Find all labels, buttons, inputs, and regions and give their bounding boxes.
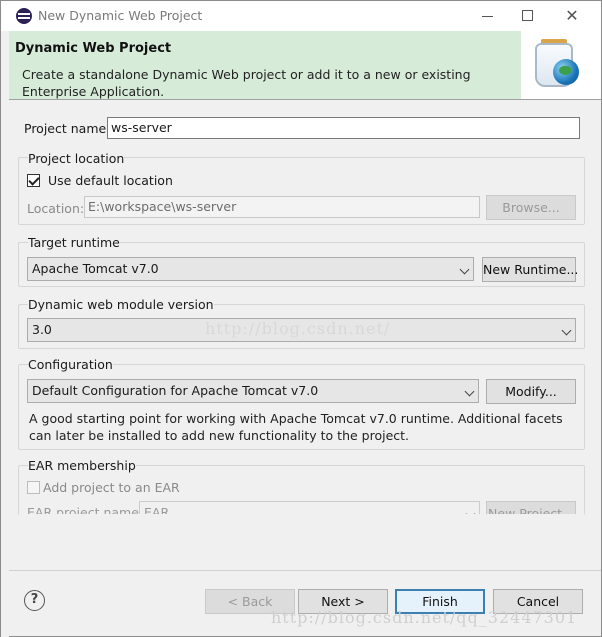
chevron-down-icon bbox=[465, 508, 476, 514]
globe-icon bbox=[553, 59, 579, 85]
use-default-location-label[interactable]: Use default location bbox=[48, 173, 173, 188]
browse-button: Browse... bbox=[486, 195, 576, 220]
add-to-ear-checkbox bbox=[27, 481, 40, 494]
location-label: Location: bbox=[27, 201, 85, 216]
close-icon: ✕ bbox=[565, 6, 579, 25]
chevron-down-icon bbox=[459, 264, 470, 275]
use-default-location-checkbox[interactable] bbox=[27, 174, 40, 187]
configuration-select[interactable]: Default Configuration for Apache Tomcat … bbox=[27, 379, 479, 403]
ear-membership-title: EAR membership bbox=[28, 458, 136, 473]
watermark-text: http://blog.csdn.net/qq_32447301 bbox=[271, 608, 578, 627]
watermark-text: http://blog.csdn.net/ bbox=[205, 319, 391, 338]
module-version-title: Dynamic web module version bbox=[28, 297, 214, 312]
module-version-value: 3.0 bbox=[32, 322, 52, 337]
minimize-icon bbox=[482, 16, 493, 17]
target-runtime-value: Apache Tomcat v7.0 bbox=[32, 261, 159, 276]
banner-description: Create a standalone Dynamic Web project … bbox=[22, 67, 471, 99]
dialog-window: New Dynamic Web Project ✕ Dynamic Web Pr… bbox=[0, 0, 602, 637]
configuration-description: A good starting point for working with A… bbox=[29, 411, 563, 443]
ear-project-select: EAR bbox=[139, 501, 480, 514]
ear-project-name-label: EAR project name: bbox=[27, 505, 144, 514]
configuration-value: Default Configuration for Apache Tomcat … bbox=[32, 383, 319, 398]
maximize-button[interactable] bbox=[507, 1, 553, 31]
ear-clipped-row: EAR project name: EAR New Project... bbox=[18, 500, 585, 514]
location-input: E:\workspace\ws-server bbox=[84, 196, 480, 218]
help-button[interactable]: ? bbox=[24, 590, 45, 611]
wizard-content: Project name: ws-server Project location… bbox=[9, 100, 601, 570]
wizard-banner: Dynamic Web Project Create a standalone … bbox=[9, 31, 601, 99]
target-runtime-title: Target runtime bbox=[28, 235, 120, 250]
close-button[interactable]: ✕ bbox=[549, 1, 595, 31]
chevron-down-icon bbox=[464, 386, 475, 397]
modify-button[interactable]: Modify... bbox=[486, 379, 576, 404]
ear-project-value: EAR bbox=[144, 505, 170, 514]
target-runtime-select[interactable]: Apache Tomcat v7.0 bbox=[27, 257, 474, 281]
project-location-title: Project location bbox=[28, 151, 125, 166]
window-title: New Dynamic Web Project bbox=[38, 8, 203, 23]
left-border bbox=[1, 31, 9, 637]
minimize-button[interactable] bbox=[465, 1, 511, 31]
banner-title: Dynamic Web Project bbox=[15, 41, 172, 56]
button-bar-divider bbox=[9, 570, 601, 571]
configuration-title: Configuration bbox=[28, 357, 113, 372]
eclipse-icon bbox=[16, 8, 32, 24]
banner-image bbox=[521, 31, 601, 99]
new-runtime-button[interactable]: New Runtime... bbox=[482, 257, 578, 282]
project-name-input[interactable]: ws-server bbox=[107, 117, 580, 139]
new-project-button: New Project... bbox=[486, 501, 576, 514]
add-to-ear-label: Add project to an EAR bbox=[43, 480, 180, 495]
project-name-label: Project name: bbox=[24, 121, 111, 136]
chevron-down-icon bbox=[561, 325, 572, 336]
maximize-icon bbox=[522, 10, 533, 21]
title-bar[interactable]: New Dynamic Web Project ✕ bbox=[1, 1, 601, 31]
